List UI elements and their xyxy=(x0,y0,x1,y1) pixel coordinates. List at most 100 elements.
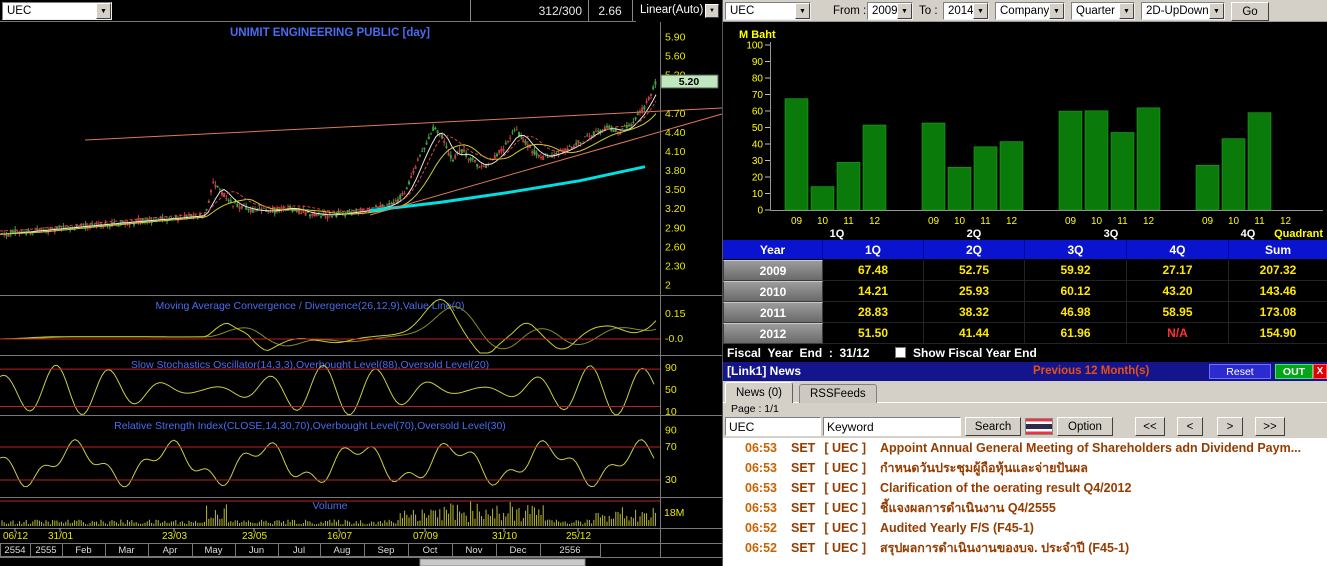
news-symbol: [ UEC ] xyxy=(824,481,866,495)
value-cell: 25.93 xyxy=(924,281,1025,302)
svg-text:18M: 18M xyxy=(664,507,684,519)
show-fiscal-checkbox[interactable] xyxy=(895,347,906,358)
svg-text:Mar: Mar xyxy=(118,545,134,556)
scale-mode-select[interactable]: Linear(Auto) ▼ xyxy=(636,0,722,22)
thai-flag-icon[interactable] xyxy=(1025,418,1053,435)
nav-prev-button[interactable]: < xyxy=(1177,417,1203,436)
svg-text:70: 70 xyxy=(752,90,764,101)
chevron-down-icon[interactable]: ▼ xyxy=(795,3,810,19)
year-cell[interactable]: 2010 xyxy=(723,281,823,302)
news-source: SET xyxy=(791,481,816,495)
toolbar-separator xyxy=(470,0,471,21)
nav-next-button[interactable]: > xyxy=(1217,417,1243,436)
value-cell: 14.21 xyxy=(823,281,924,302)
svg-text:80: 80 xyxy=(752,74,764,85)
keyword-input[interactable] xyxy=(823,417,961,436)
quarterly-bar-chart: M Baht 0 10 20 30 40 50 60 70 80 90 100 09 10 11 12 1Q 09… xyxy=(723,22,1327,240)
chevron-down-icon[interactable]: ▼ xyxy=(96,3,111,19)
chevron-down-icon[interactable]: ▼ xyxy=(973,3,988,19)
value-cell: 61.96 xyxy=(1025,323,1127,344)
svg-text:23/05: 23/05 xyxy=(242,531,267,542)
svg-text:11: 11 xyxy=(1254,216,1265,227)
value-cell: 41.44 xyxy=(924,323,1025,344)
price-chart-svg[interactable]: UNIMIT ENGINEERING PUBLIC [day] 5.90 5.60 5… xyxy=(0,22,722,566)
value-cell: 46.98 xyxy=(1025,302,1127,323)
quarterly-bar-chart-svg: M Baht 0 10 20 30 40 50 60 70 80 90 100 09 10 11 12 1Q 09… xyxy=(739,29,1323,240)
view-select[interactable]: Company ▼ xyxy=(995,2,1065,20)
svg-text:90: 90 xyxy=(752,57,764,68)
value-cell: 51.50 xyxy=(823,323,924,344)
quarterly-table: Year 1Q 2Q 3Q 4Q Sum 2009 67.48 52.75 59.92 27.17 2… xyxy=(723,240,1327,344)
svg-text:Oct: Oct xyxy=(423,545,438,556)
option-button[interactable]: Option xyxy=(1057,417,1113,436)
from-year-select[interactable]: 2009 ▼ xyxy=(867,2,913,20)
chevron-down-icon[interactable]: ▼ xyxy=(1209,3,1224,19)
news-time: 06:52 xyxy=(745,541,777,555)
value-cell: 38.32 xyxy=(924,302,1025,323)
value-cell: 59.92 xyxy=(1025,260,1127,281)
news-item[interactable]: 06:53 SET [ UEC ] Clarification of the oera… xyxy=(723,478,1327,498)
table-header-3q: 3Q xyxy=(1025,240,1127,260)
tab-rssfeeds[interactable]: RSSFeeds xyxy=(799,384,877,403)
svg-text:09: 09 xyxy=(1065,216,1077,227)
news-header-title: [Link1] News xyxy=(727,364,802,378)
year-cell[interactable]: 2012 xyxy=(723,323,823,344)
svg-text:5.60: 5.60 xyxy=(665,51,686,63)
chevron-down-icon[interactable]: ▼ xyxy=(1119,3,1134,19)
svg-text:2Q: 2Q xyxy=(967,228,982,240)
svg-text:3.80: 3.80 xyxy=(665,165,686,177)
chart-scrollbar[interactable] xyxy=(419,558,586,566)
close-icon[interactable]: X xyxy=(1313,364,1327,379)
value-cell: 27.17 xyxy=(1127,260,1229,281)
year-cell[interactable]: 2011 xyxy=(723,302,823,323)
value-cell: 67.48 xyxy=(823,260,924,281)
period-select[interactable]: Quarter ▼ xyxy=(1071,2,1135,20)
svg-text:31/01: 31/01 xyxy=(48,531,73,542)
svg-text:10: 10 xyxy=(817,216,829,227)
chart-mode-value: 2D-UpDown xyxy=(1146,5,1209,17)
svg-text:16/07: 16/07 xyxy=(327,531,352,542)
chevron-down-icon[interactable]: ▼ xyxy=(705,4,719,18)
svg-text:4.70: 4.70 xyxy=(665,108,686,120)
svg-text:12: 12 xyxy=(1006,216,1018,227)
svg-text:4Q: 4Q xyxy=(1241,228,1256,240)
search-button[interactable]: Search xyxy=(965,417,1021,436)
chevron-down-icon[interactable]: ▼ xyxy=(1049,3,1064,19)
chevron-down-icon[interactable]: ▼ xyxy=(897,3,912,19)
news-item[interactable]: 06:53 SET [ UEC ] Appoint Annual General Me… xyxy=(723,438,1327,458)
svg-text:3.20: 3.20 xyxy=(665,203,686,215)
svg-text:90: 90 xyxy=(665,425,677,437)
svg-text:Apr: Apr xyxy=(163,545,178,556)
value-cell: 154.90 xyxy=(1229,323,1327,344)
news-symbol: [ UEC ] xyxy=(824,541,866,555)
fund-symbol-select[interactable]: UEC ▼ xyxy=(725,2,811,20)
value-cell: 58.95 xyxy=(1127,302,1229,323)
reset-button[interactable]: Reset xyxy=(1209,364,1271,379)
news-item[interactable]: 06:52 SET [ UEC ] Audited Yearly F/S (F45-1… xyxy=(723,518,1327,538)
news-item[interactable]: 06:53 SET [ UEC ] กำหนดวันประชุมผู้ถือหุ้นแ… xyxy=(723,458,1327,478)
svg-text:2.60: 2.60 xyxy=(665,241,686,253)
news-item[interactable]: 06:52 SET [ UEC ] สรุปผลการดำเนินงานของบจ. … xyxy=(723,538,1327,558)
svg-text:50: 50 xyxy=(752,123,764,134)
nav-last-button[interactable]: >> xyxy=(1255,417,1285,436)
go-button[interactable]: Go xyxy=(1231,2,1269,21)
year-cell[interactable]: 2009 xyxy=(723,260,823,281)
table-header-2q: 2Q xyxy=(924,240,1025,260)
news-title: Appoint Annual General Meeting of Shareh… xyxy=(879,441,1302,455)
tab-news[interactable]: News (0) xyxy=(725,382,794,403)
news-item[interactable]: 06:53 SET [ UEC ] ชี้แจงผลการดำเนินงาน Q4/2… xyxy=(723,498,1327,518)
svg-text:M Baht: M Baht xyxy=(739,29,776,41)
nav-first-button[interactable]: << xyxy=(1135,417,1165,436)
svg-text:Jun: Jun xyxy=(249,545,264,556)
chart-symbol-select[interactable]: UEC ▼ xyxy=(2,2,112,20)
svg-text:4.10: 4.10 xyxy=(665,146,686,158)
svg-text:09: 09 xyxy=(1202,216,1214,227)
news-title: ชี้แจงผลการดำเนินงาน Q4/2555 xyxy=(879,501,1056,515)
out-button[interactable]: OUT xyxy=(1275,364,1313,379)
news-header-bar: [Link1] News Previous 12 Month(s) Reset … xyxy=(723,362,1327,381)
news-symbol-input[interactable] xyxy=(725,417,821,436)
svg-text:90: 90 xyxy=(665,362,677,374)
news-title: Audited Yearly F/S (F45-1) xyxy=(879,521,1034,535)
chart-mode-select[interactable]: 2D-UpDown ▼ xyxy=(1141,2,1225,20)
to-year-select[interactable]: 2014 ▼ xyxy=(943,2,989,20)
